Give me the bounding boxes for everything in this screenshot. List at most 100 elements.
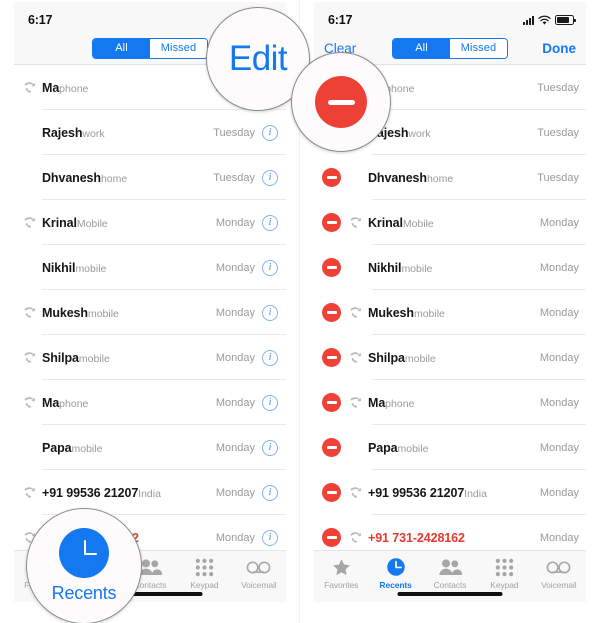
segment-missed-right[interactable]: Missed xyxy=(450,38,507,58)
delete-call-button[interactable] xyxy=(322,168,341,187)
delete-call-button[interactable] xyxy=(322,528,341,547)
tab-keypad[interactable]: Keypad xyxy=(477,556,531,590)
caller-name: Dhvanesh xyxy=(368,170,427,185)
call-info-button[interactable]: i xyxy=(262,304,278,321)
recents-list-left: MaphoneTuesdayiRajeshworkTuesdayiDhvanes… xyxy=(14,65,286,560)
call-time: Monday xyxy=(539,261,579,274)
call-time: Monday xyxy=(215,216,255,229)
call-info-button[interactable]: i xyxy=(262,394,278,411)
call-time: Tuesday xyxy=(537,81,579,94)
call-info-button[interactable]: i xyxy=(262,439,278,456)
call-time: Monday xyxy=(539,306,579,319)
call-list-row[interactable]: Shilpamobile Monday i xyxy=(14,335,286,380)
keypad-icon xyxy=(195,556,214,578)
caller-name: Papa xyxy=(42,440,72,455)
caller-name: Krinal xyxy=(368,215,403,230)
call-time: Tuesday xyxy=(213,126,255,139)
tab-recents[interactable]: Recents xyxy=(368,556,422,590)
call-row-text: Rajeshwork xyxy=(366,124,537,142)
caller-name: +91 99536 21207 xyxy=(368,485,465,500)
segment-all-left[interactable]: All xyxy=(93,38,150,58)
tab-favorites[interactable]: Favorites xyxy=(314,556,368,590)
delete-call-button[interactable] xyxy=(322,483,341,502)
caller-label: phone xyxy=(385,397,415,410)
call-list-row[interactable]: Shilpamobile Monday xyxy=(314,335,586,380)
call-row-text: Papamobile xyxy=(366,439,540,457)
call-time: Monday xyxy=(215,306,255,319)
segmented-control-left[interactable]: All Missed xyxy=(92,37,208,59)
call-row-text: Nikhilmobile xyxy=(366,259,540,277)
outgoing-call-icon xyxy=(22,307,36,318)
caller-label: mobile xyxy=(401,262,433,275)
call-list-row[interactable]: Mukeshmobile Monday xyxy=(314,290,586,335)
minus-circle-icon xyxy=(315,76,367,128)
outgoing-call-icon xyxy=(348,352,362,363)
outgoing-call-icon xyxy=(348,532,362,543)
call-list-row[interactable]: Nikhilmobile Monday xyxy=(314,245,586,290)
voicemail-icon xyxy=(546,556,571,578)
delete-call-button[interactable] xyxy=(322,303,341,322)
call-row-text: Maphone xyxy=(40,394,216,412)
outgoing-call-icon xyxy=(348,307,362,318)
tab-label: Keypad xyxy=(490,580,519,590)
caller-name: Krinal xyxy=(42,215,77,230)
call-list-row[interactable]: KrinalMobile Monday i xyxy=(14,200,286,245)
clock-icon xyxy=(386,556,406,578)
call-list-row[interactable]: Maphone Monday i xyxy=(14,380,286,425)
caller-label: home xyxy=(426,172,454,185)
delete-call-button[interactable] xyxy=(322,438,341,457)
call-list-row[interactable]: KrinalMobile Monday xyxy=(314,200,586,245)
call-list-row[interactable]: Dhvaneshhome Tuesday i xyxy=(14,155,286,200)
call-row-text: Rajeshwork xyxy=(40,124,213,142)
caller-name: Shilpa xyxy=(42,350,79,365)
call-row-text: +91 99536 21207India xyxy=(366,484,540,502)
caller-name: +91 99536 21207 xyxy=(42,485,139,500)
segment-missed-left[interactable]: Missed xyxy=(150,38,207,58)
call-info-button[interactable]: i xyxy=(262,484,278,501)
call-row-text: Dhvaneshhome xyxy=(366,169,537,187)
call-row-text: Maphone xyxy=(40,79,213,97)
outgoing-call-icon xyxy=(348,397,362,408)
call-time: Monday xyxy=(215,396,255,409)
call-list-row[interactable]: Mukeshmobile Monday i xyxy=(14,290,286,335)
caller-name: Mukesh xyxy=(42,305,88,320)
caller-name: Ma xyxy=(42,395,60,410)
call-row-text: Shilpamobile xyxy=(366,349,540,367)
call-list-row[interactable]: Papamobile Monday i xyxy=(14,425,286,470)
call-list-row[interactable]: Papamobile Monday xyxy=(314,425,586,470)
call-list-row[interactable]: +91 99536 21207India Monday xyxy=(314,470,586,515)
caller-label: Mobile xyxy=(76,217,108,230)
delete-call-button[interactable] xyxy=(322,393,341,412)
call-list-row[interactable]: Rajeshwork Tuesday i xyxy=(14,110,286,155)
outgoing-call-icon xyxy=(348,487,362,498)
call-info-button[interactable]: i xyxy=(262,169,278,186)
call-info-button[interactable]: i xyxy=(262,349,278,366)
delete-call-button[interactable] xyxy=(322,348,341,367)
tab-voicemail[interactable]: Voicemail xyxy=(532,556,586,590)
caller-name: Nikhil xyxy=(368,260,402,275)
delete-call-button[interactable] xyxy=(322,258,341,277)
call-list-row[interactable]: Nikhilmobile Monday i xyxy=(14,245,286,290)
segmented-control-right[interactable]: All Missed xyxy=(392,37,508,59)
tab-keypad[interactable]: Keypad xyxy=(177,556,231,590)
tab-contacts[interactable]: Contacts xyxy=(423,556,477,590)
call-row-text: Mukeshmobile xyxy=(40,304,216,322)
call-time: Monday xyxy=(215,261,255,274)
status-bar-right: 6:17 xyxy=(314,2,586,32)
delete-call-button[interactable] xyxy=(322,213,341,232)
call-info-button[interactable]: i xyxy=(262,259,278,276)
outgoing-call-icon xyxy=(22,217,36,228)
call-list-row[interactable]: Maphone Monday xyxy=(314,380,586,425)
call-list-row[interactable]: Dhvaneshhome Tuesday xyxy=(314,155,586,200)
done-button[interactable]: Done xyxy=(534,41,576,56)
tab-voicemail[interactable]: Voicemail xyxy=(232,556,286,590)
call-time: Monday xyxy=(215,486,255,499)
segment-all-right[interactable]: All xyxy=(393,38,450,58)
call-list-row[interactable]: +91 99536 21207India Monday i xyxy=(14,470,286,515)
caller-label: phone xyxy=(59,82,89,95)
call-info-button[interactable]: i xyxy=(262,529,278,546)
call-time: Monday xyxy=(215,531,255,544)
call-info-button[interactable]: i xyxy=(262,124,278,141)
call-info-button[interactable]: i xyxy=(262,214,278,231)
call-row-text: KrinalMobile xyxy=(366,214,540,232)
